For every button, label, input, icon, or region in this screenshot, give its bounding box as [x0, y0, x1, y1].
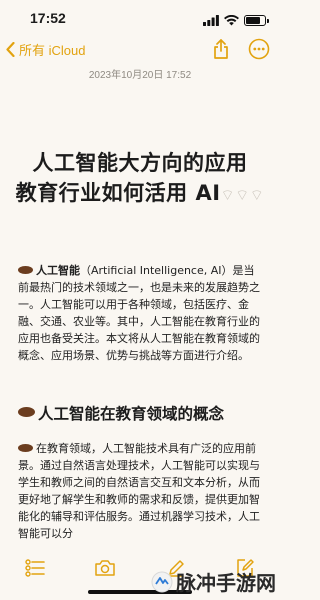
wifi-icon [224, 11, 239, 30]
bullet-icon [18, 407, 35, 417]
back-label: 所有 iCloud [19, 43, 86, 58]
intro-paragraph[interactable]: 人工智能（Artificial Intelligence, AI）是当前最热门的… [18, 262, 264, 364]
title-faded-glyphs: ⌔⌔⌔ [220, 186, 265, 204]
section-heading[interactable]: 人工智能在教育领域的概念 [18, 402, 264, 424]
watermark: 脉冲手游网 [151, 567, 276, 596]
battery-fill [246, 17, 260, 24]
section-heading-text: 人工智能在教育领域的概念 [38, 405, 225, 423]
section-body-text: 在教育领域，人工智能技术具有广泛的应用前景。通过自然语言处理技术，人工智能可以实… [18, 442, 260, 540]
signal-icon [203, 11, 219, 30]
camera-icon[interactable] [94, 559, 116, 581]
battery-icon [244, 15, 269, 26]
more-icon[interactable] [248, 38, 270, 60]
intro-lead: 人工智能 [36, 264, 80, 277]
intro-body: （Artificial Intelligence, AI）是当前最热门的技术领域… [18, 264, 260, 362]
note-timestamp: 2023年10月20日 17:52 [88, 70, 192, 81]
watermark-logo-icon [151, 571, 173, 592]
share-icon[interactable] [210, 38, 232, 60]
note-title[interactable]: 人工智能大方向的应用 教育行业如何活用 AI⌔⌔⌔ [0, 148, 280, 210]
section-body[interactable]: 在教育领域，人工智能技术具有广泛的应用前景。通过自然语言处理技术，人工智能可以实… [18, 440, 264, 550]
nav-bar: 所有 iCloud [0, 36, 280, 64]
bullet-icon [18, 444, 33, 452]
chevron-left-icon [6, 42, 15, 57]
note-title-line2: 教育行业如何活用 AI⌔⌔⌔ [15, 181, 265, 205]
status-time: 17:52 [30, 10, 66, 26]
watermark-text: 脉冲手游网 [176, 571, 276, 595]
checklist-icon[interactable] [25, 559, 45, 581]
status-bar: 17:52 [0, 0, 280, 36]
back-button[interactable]: 所有 iCloud [6, 40, 85, 59]
nav-actions [210, 38, 270, 60]
bullet-icon [18, 266, 33, 274]
note-title-line1: 人工智能大方向的应用 [32, 151, 248, 175]
status-icons [203, 11, 269, 30]
